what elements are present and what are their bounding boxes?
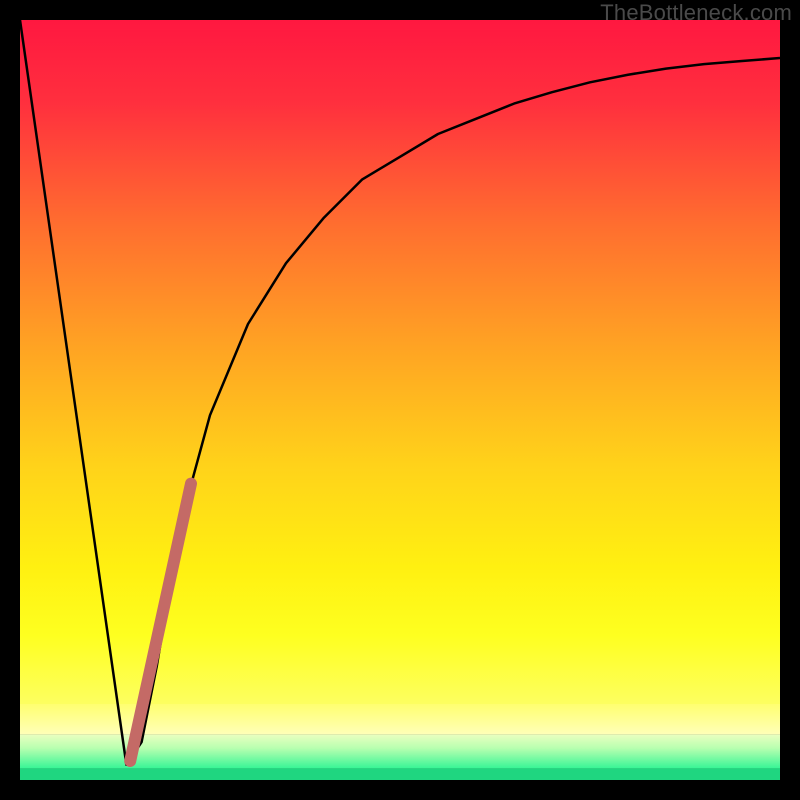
chart-frame: TheBottleneck.com [0, 0, 800, 800]
chart-svg [20, 20, 780, 780]
background-bands [20, 20, 780, 780]
plot-area [20, 20, 780, 780]
watermark-text: TheBottleneck.com [600, 0, 792, 26]
